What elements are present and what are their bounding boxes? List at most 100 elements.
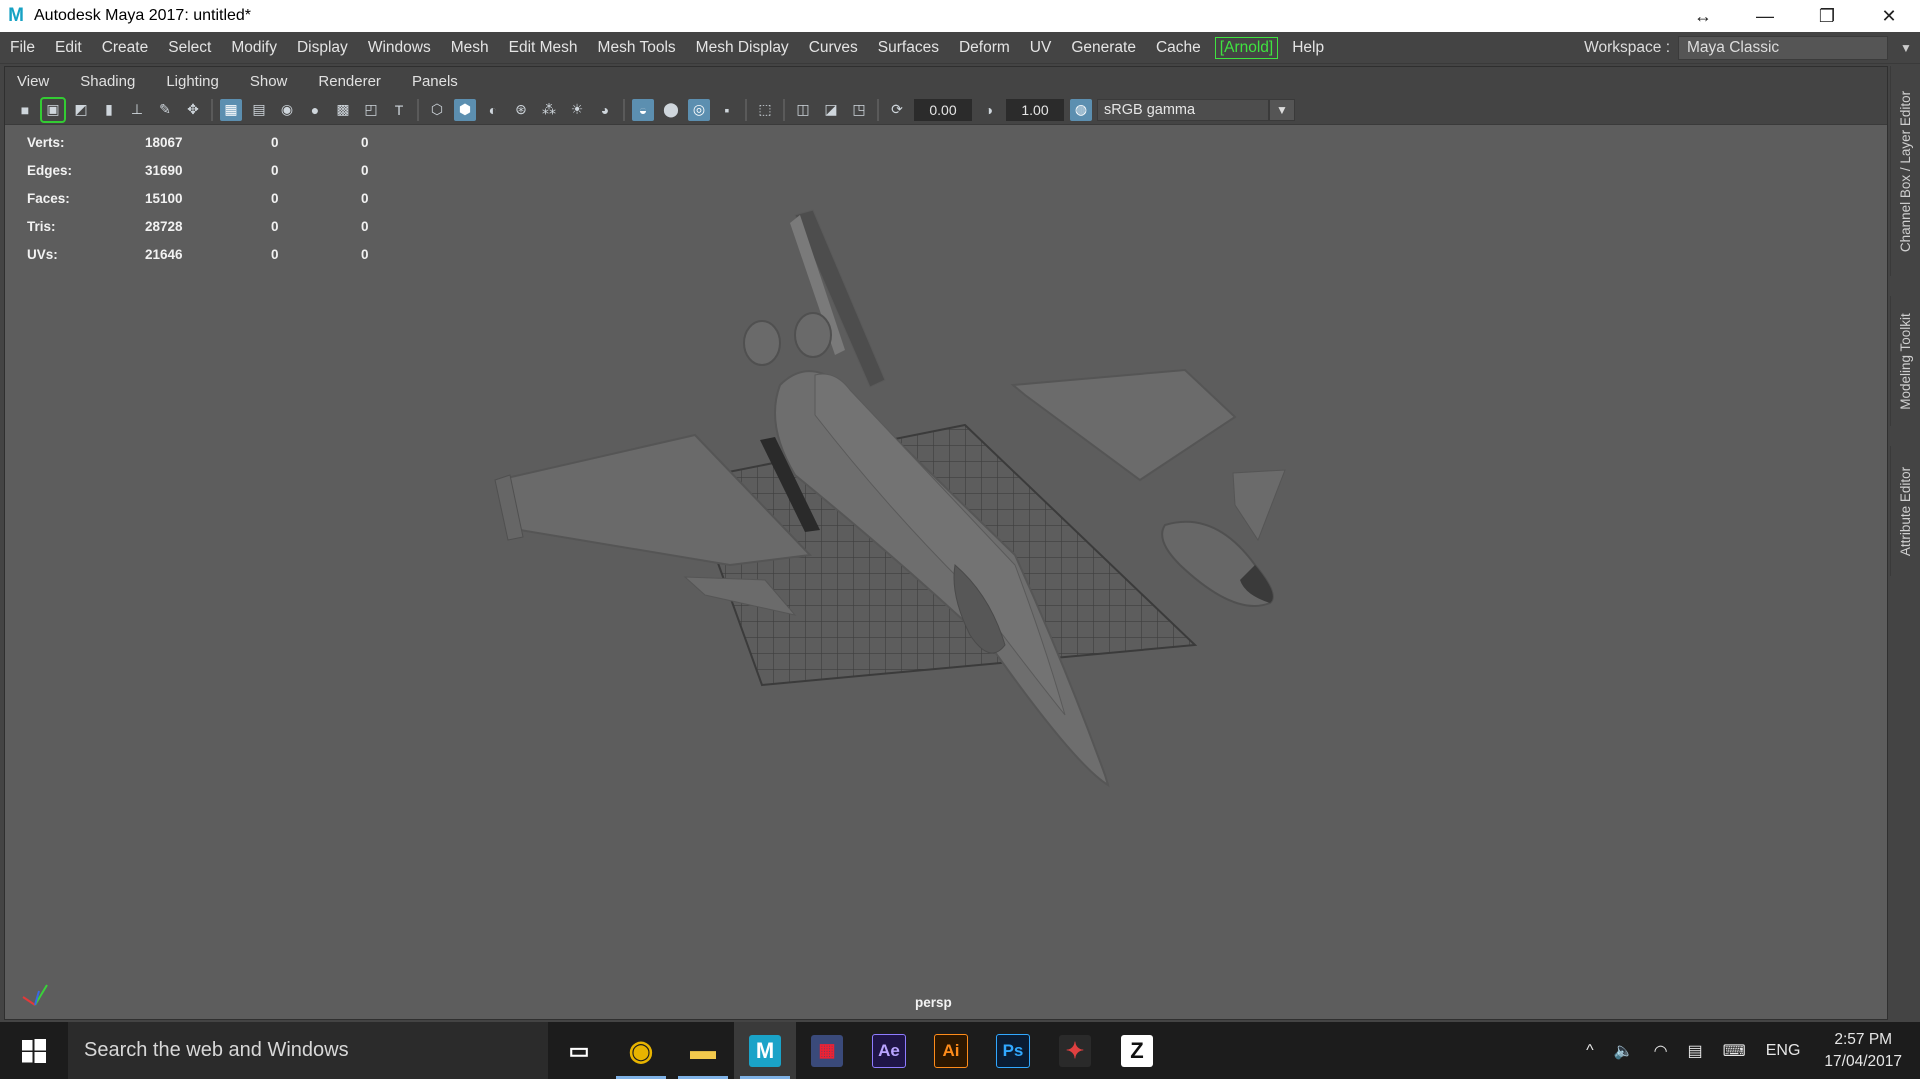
safe-title-icon[interactable]: T [388, 99, 410, 121]
smooth-shade-icon[interactable]: ⬢ [454, 98, 476, 121]
chrome-button[interactable]: ◉ [610, 1022, 672, 1079]
menu-select[interactable]: Select [158, 39, 221, 57]
illustrator-button[interactable]: Ai [920, 1022, 982, 1079]
grid-icon[interactable]: ▦ [220, 98, 242, 121]
motion-blur-icon[interactable]: ⬤ [660, 99, 682, 121]
start-button[interactable] [0, 1022, 68, 1079]
menu-curves[interactable]: Curves [799, 39, 868, 57]
wireframe-icon[interactable]: ⬡ [426, 99, 448, 121]
panel-menu-shading[interactable]: Shading [60, 73, 146, 90]
anti-aliasing-icon[interactable]: ◎ [688, 98, 710, 121]
xray-joints-icon[interactable]: ◪ [820, 99, 842, 121]
workspace-select[interactable]: Maya Classic [1678, 35, 1888, 60]
isolate-select-icon[interactable]: ⬚ [754, 99, 776, 121]
panel-menu-show[interactable]: Show [230, 73, 299, 90]
chevron-down-icon[interactable]: ▼ [1892, 41, 1920, 55]
depth-of-field-icon[interactable]: ▪ [716, 99, 738, 121]
zbrush-icon: Z [1121, 1034, 1153, 1067]
tab-label: Attribute Editor [1898, 466, 1914, 556]
menu-deform[interactable]: Deform [949, 39, 1020, 57]
film-gate-icon[interactable]: ▤ [248, 99, 270, 121]
grease-pencil-icon[interactable]: ✎ [154, 99, 176, 121]
resize-icon[interactable]: ↔ [1672, 0, 1734, 32]
menu-mesh[interactable]: Mesh [441, 39, 499, 57]
bookmark-camera-icon[interactable]: ◩ [70, 99, 92, 121]
chevron-up-icon[interactable]: ^ [1576, 1042, 1604, 1060]
xray-icon[interactable]: ◫ [792, 99, 814, 121]
exposure-icon[interactable]: ⟳ [886, 99, 908, 121]
menu-windows[interactable]: Windows [358, 39, 441, 57]
nozzle-right [794, 312, 832, 358]
panel-menu-renderer[interactable]: Renderer [298, 73, 392, 90]
hud-value: 0 [361, 135, 369, 150]
camera-icon[interactable]: ■ [14, 99, 36, 121]
menu-edit-mesh[interactable]: Edit Mesh [499, 39, 588, 57]
image-plane-icon[interactable]: ⊥ [126, 99, 148, 121]
gate-mask-icon[interactable]: ● [304, 99, 326, 121]
menu-create[interactable]: Create [92, 39, 159, 57]
chrome-icon: ◉ [628, 1035, 654, 1066]
menu-mesh-tools[interactable]: Mesh Tools [588, 39, 686, 57]
color-space-select[interactable]: sRGB gamma [1097, 98, 1269, 121]
default-material-icon[interactable]: ◐ [482, 99, 504, 121]
chevron-down-icon[interactable]: ▼ [1269, 98, 1295, 121]
taskbar-search-input[interactable]: Search the web and Windows [68, 1022, 548, 1079]
hud-label: UVs: [27, 247, 58, 262]
tab-channel-box[interactable]: Channel Box / Layer Editor [1890, 66, 1920, 276]
menu-arnold[interactable]: [Arnold] [1214, 36, 1279, 59]
menu-display[interactable]: Display [287, 39, 358, 57]
menu-edit[interactable]: Edit [45, 39, 92, 57]
tab-attribute-editor[interactable]: Attribute Editor [1890, 446, 1920, 576]
textured-icon[interactable]: ⁂ [538, 99, 560, 121]
photoshop-button[interactable]: Ps [982, 1022, 1044, 1079]
menu-uv[interactable]: UV [1020, 39, 1062, 57]
close-button[interactable]: ✕ [1858, 0, 1920, 32]
tab-label: Modeling Toolkit [1898, 312, 1913, 410]
2d-pan-zoom-icon[interactable]: ✥ [182, 99, 204, 121]
taskbar-clock[interactable]: 2:57 PM 17/04/2017 [1810, 1029, 1920, 1073]
gamma-icon[interactable]: ◑ [978, 99, 1000, 121]
after-effects-button[interactable]: Ae [858, 1022, 920, 1079]
camera-attributes-icon[interactable]: ▣ [40, 96, 66, 123]
menu-cache[interactable]: Cache [1146, 39, 1211, 57]
xray-components-icon[interactable]: ◳ [848, 99, 870, 121]
panel-menu-panels[interactable]: Panels [392, 73, 469, 90]
gamma-field[interactable]: 1.00 [1006, 98, 1064, 121]
safe-action-icon[interactable]: ◰ [360, 99, 382, 121]
keyboard-icon[interactable]: ⌨ [1713, 1041, 1756, 1061]
task-view-button[interactable]: ▭ [548, 1022, 610, 1079]
field-chart-icon[interactable]: ▩ [332, 99, 354, 121]
resolution-gate-icon[interactable]: ◉ [276, 99, 298, 121]
menu-file[interactable]: File [0, 39, 45, 57]
wifi-icon[interactable]: ◠ [1644, 1041, 1678, 1061]
notification-icon[interactable]: ▤ [1678, 1041, 1713, 1061]
language-indicator[interactable]: ENG [1756, 1042, 1811, 1060]
tab-modeling-toolkit[interactable]: Modeling Toolkit [1890, 296, 1920, 426]
volume-icon[interactable]: 🔈 [1604, 1041, 1644, 1061]
3d-viewport[interactable]: Verts: 18067 0 0 Edges: 31690 0 0 Faces:… [5, 125, 1887, 1019]
zbrush-button[interactable]: Z [1106, 1022, 1168, 1079]
restore-button[interactable]: ❐ [1796, 0, 1858, 32]
screen-space-ao-icon[interactable]: ◒ [632, 98, 654, 121]
lights-icon[interactable]: ☀ [566, 99, 588, 121]
panel-menu-view[interactable]: View [5, 73, 60, 90]
exposure-field[interactable]: 0.00 [914, 98, 972, 121]
panel-menu-lighting[interactable]: Lighting [146, 73, 230, 90]
maya-button[interactable]: M [734, 1022, 796, 1079]
menu-surfaces[interactable]: Surfaces [868, 39, 949, 57]
menu-mesh-display[interactable]: Mesh Display [686, 39, 799, 57]
file-explorer-button[interactable]: ▬ [672, 1022, 734, 1079]
color-management-icon[interactable]: ◍ [1070, 98, 1092, 121]
menu-modify[interactable]: Modify [221, 39, 287, 57]
maya-logo-icon: M [8, 5, 24, 26]
hud-value: 0 [361, 163, 369, 178]
menu-generate[interactable]: Generate [1061, 39, 1146, 57]
hud-label: Tris: [27, 219, 56, 234]
bookmark-icon[interactable]: ▮ [98, 99, 120, 121]
media-app-button[interactable]: ▦ [796, 1022, 858, 1079]
wireframe-on-shaded-icon[interactable]: ⊛ [510, 99, 532, 121]
minimize-button[interactable]: — [1734, 0, 1796, 32]
menu-help[interactable]: Help [1282, 39, 1334, 57]
shadows-icon[interactable]: ◕ [594, 99, 616, 121]
game-app-button[interactable]: ✦ [1044, 1022, 1106, 1079]
